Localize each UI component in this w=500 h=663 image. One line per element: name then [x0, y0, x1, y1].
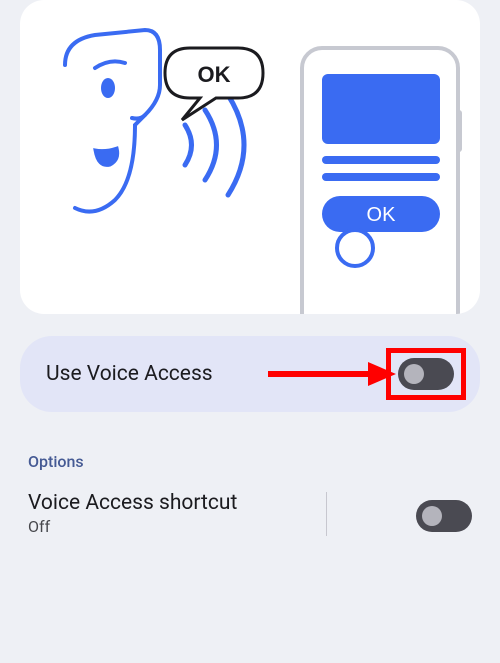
- annotation-arrow-icon: [268, 362, 398, 386]
- phone-button-text: OK: [367, 204, 397, 226]
- voice-access-illustration: OK OK: [20, 0, 480, 314]
- use-voice-access-label: Use Voice Access: [46, 362, 213, 386]
- shortcut-text-group: Voice Access shortcut Off: [28, 491, 237, 536]
- options-section-header: Options: [28, 452, 500, 471]
- voice-access-shortcut-row[interactable]: Voice Access shortcut Off: [0, 471, 500, 536]
- switch-thumb: [422, 506, 442, 526]
- shortcut-title: Voice Access shortcut: [28, 491, 237, 515]
- voice-access-shortcut-switch[interactable]: [416, 500, 472, 532]
- use-voice-access-row: Use Voice Access: [20, 336, 480, 412]
- shortcut-status: Off: [28, 517, 237, 536]
- switch-thumb: [404, 364, 424, 384]
- speech-bubble-text: OK: [198, 62, 231, 87]
- use-voice-access-switch[interactable]: [398, 358, 454, 390]
- speech-bubble: OK: [165, 48, 263, 120]
- phone-illustration: OK: [302, 48, 462, 314]
- divider: [326, 492, 327, 536]
